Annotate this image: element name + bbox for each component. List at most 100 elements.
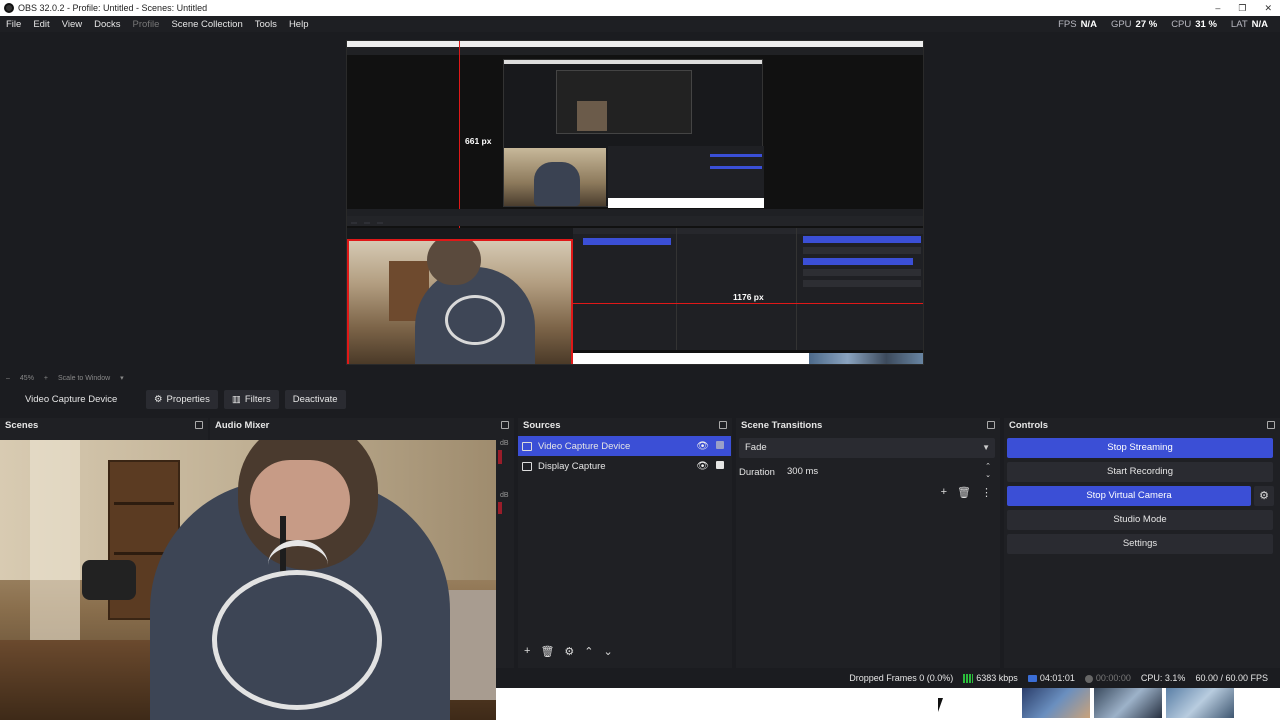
settings-button[interactable]: Settings	[1007, 534, 1273, 554]
deactivate-button[interactable]: Deactivate	[284, 389, 346, 409]
duration-input[interactable]: 300 ms ⌃ ⌄	[785, 462, 995, 480]
video-capture-source[interactable]	[347, 239, 573, 364]
minimize-button[interactable]: –	[1215, 0, 1220, 16]
nested-source-toolbar	[347, 216, 923, 226]
zoom-in-button[interactable]: +	[44, 375, 48, 382]
menu-profile[interactable]: Profile	[127, 19, 166, 30]
filters-label: Filters	[244, 393, 271, 405]
sources-title: Sources	[523, 420, 561, 431]
menu-help[interactable]: Help	[283, 19, 315, 30]
controls-dock: Controls Stop Streaming Start Recording …	[1004, 418, 1280, 668]
nested-stop-streaming	[710, 154, 762, 157]
studio-mode-button[interactable]: Studio Mode	[1007, 510, 1273, 530]
palm-tree-graphic	[268, 540, 328, 590]
duration-value: 300 ms	[787, 466, 819, 477]
undock-icon[interactable]	[719, 421, 727, 429]
sources-dock-header: Sources	[518, 418, 732, 433]
filters-button[interactable]: ▥ Filters	[223, 389, 279, 409]
db-label: dB	[500, 440, 509, 447]
undock-icon[interactable]	[987, 421, 995, 429]
source-item-display-capture[interactable]: Display Capture 👁	[518, 456, 731, 476]
db-label: dB	[500, 492, 509, 499]
nested-dock-header	[573, 228, 676, 234]
stop-streaming-button[interactable]: Stop Streaming	[1007, 438, 1273, 458]
stream-icon	[1027, 675, 1037, 683]
nested-menubar	[347, 47, 923, 55]
menu-docks[interactable]: Docks	[88, 19, 126, 30]
eye-icon[interactable]: 👁	[696, 441, 709, 452]
nested-mini-image	[577, 101, 607, 131]
undock-icon[interactable]	[1267, 421, 1275, 429]
transition-select[interactable]: Fade ▼	[739, 438, 995, 458]
record-icon	[1084, 674, 1093, 683]
webcam-overlay	[0, 440, 496, 720]
nested-taskbar	[608, 198, 764, 208]
controls-title: Controls	[1009, 420, 1049, 431]
statusbar: Dropped Frames 0 (0.0%) 6383 kbps 04:01:…	[496, 668, 1280, 688]
stop-virtual-camera-button[interactable]: Stop Virtual Camera	[1007, 486, 1251, 506]
preview-area[interactable]: 661 px 1176 px	[0, 32, 1280, 372]
nested-stop-vcam	[710, 166, 762, 169]
gear-icon: ⚙	[1259, 490, 1269, 502]
menu-view[interactable]: View	[56, 19, 88, 30]
nested-sources-dock	[573, 228, 677, 350]
close-button[interactable]: ✕	[1264, 0, 1272, 16]
person-head	[427, 241, 481, 285]
zoom-mode[interactable]: Scale to Window	[58, 375, 110, 382]
chevron-down-icon: ▼	[982, 443, 990, 452]
thumbnail-image[interactable]	[1022, 688, 1090, 718]
menu-scene-collection[interactable]: Scene Collection	[165, 19, 248, 30]
menu-file[interactable]: File	[0, 19, 27, 30]
undock-icon[interactable]	[501, 421, 509, 429]
properties-label: Properties	[166, 393, 210, 405]
scene-transitions-dock: Scene Transitions Fade ▼ Duration 300 ms…	[736, 418, 1000, 668]
nested-person	[534, 162, 580, 206]
add-source-icon[interactable]: +	[524, 645, 530, 658]
transition-tools: + 🗑 ⋮	[941, 486, 992, 499]
meter-bar	[498, 502, 502, 514]
record-timer: 00:00:00	[1084, 673, 1131, 683]
more-options-icon[interactable]: ⋮	[981, 486, 992, 499]
nested-stop-streaming-btn	[803, 236, 921, 243]
spinner-icon[interactable]: ⌃ ⌄	[985, 462, 991, 480]
eye-icon[interactable]: 👁	[696, 461, 709, 472]
window-titlebar: OBS 32.0.2 - Profile: Untitled - Scenes:…	[0, 0, 1280, 16]
signal-icon	[963, 674, 974, 684]
remove-source-icon[interactable]: 🗑	[540, 645, 554, 658]
move-up-icon[interactable]: ⌃	[584, 645, 593, 658]
source-item-video-capture[interactable]: Video Capture Device 👁	[518, 436, 731, 456]
add-transition-icon[interactable]: +	[941, 486, 947, 499]
menu-tools[interactable]: Tools	[249, 19, 283, 30]
deactivate-label: Deactivate	[292, 393, 338, 405]
scene-transitions-dock-header: Scene Transitions	[736, 418, 1000, 433]
unlock-icon[interactable]	[716, 441, 724, 449]
camera-icon	[522, 441, 532, 451]
thumbnail-image[interactable]	[1094, 688, 1162, 718]
source-properties-icon[interactable]: ⚙	[564, 645, 574, 658]
dropped-frames: Dropped Frames 0 (0.0%)	[849, 673, 954, 683]
window-title: OBS 32.0.2 - Profile: Untitled - Scenes:…	[18, 3, 208, 13]
start-recording-button[interactable]: Start Recording	[1007, 462, 1273, 482]
nested-source-chip	[351, 222, 357, 224]
shirt-logo	[212, 570, 382, 710]
undock-icon[interactable]	[195, 421, 203, 429]
maximize-button[interactable]: ❐	[1238, 0, 1246, 16]
lock-icon[interactable]	[716, 461, 724, 469]
thumbnail-image[interactable]	[1166, 688, 1234, 718]
properties-button[interactable]: ⚙ Properties	[146, 389, 218, 409]
remove-transition-icon[interactable]: 🗑	[957, 486, 971, 499]
mouse-cursor-icon	[938, 698, 943, 712]
audio-mixer-title: Audio Mixer	[215, 420, 270, 431]
scene-transitions-title: Scene Transitions	[741, 420, 823, 431]
move-down-icon[interactable]: ⌄	[604, 645, 613, 658]
virtual-camera-settings-button[interactable]: ⚙	[1254, 486, 1274, 506]
window-controls: – ❐ ✕	[1215, 0, 1272, 16]
zoom-out-button[interactable]: –	[6, 375, 10, 382]
menu-edit[interactable]: Edit	[27, 19, 55, 30]
monitor-icon	[522, 461, 532, 471]
zoom-dropdown-icon[interactable]: ▾	[120, 374, 124, 382]
nested-source-selected	[583, 238, 671, 245]
preview-canvas[interactable]: 661 px 1176 px	[346, 40, 924, 365]
zoom-bar: – 45% + Scale to Window ▾	[0, 372, 1280, 384]
nested-stop-vcam-btn	[803, 258, 913, 265]
